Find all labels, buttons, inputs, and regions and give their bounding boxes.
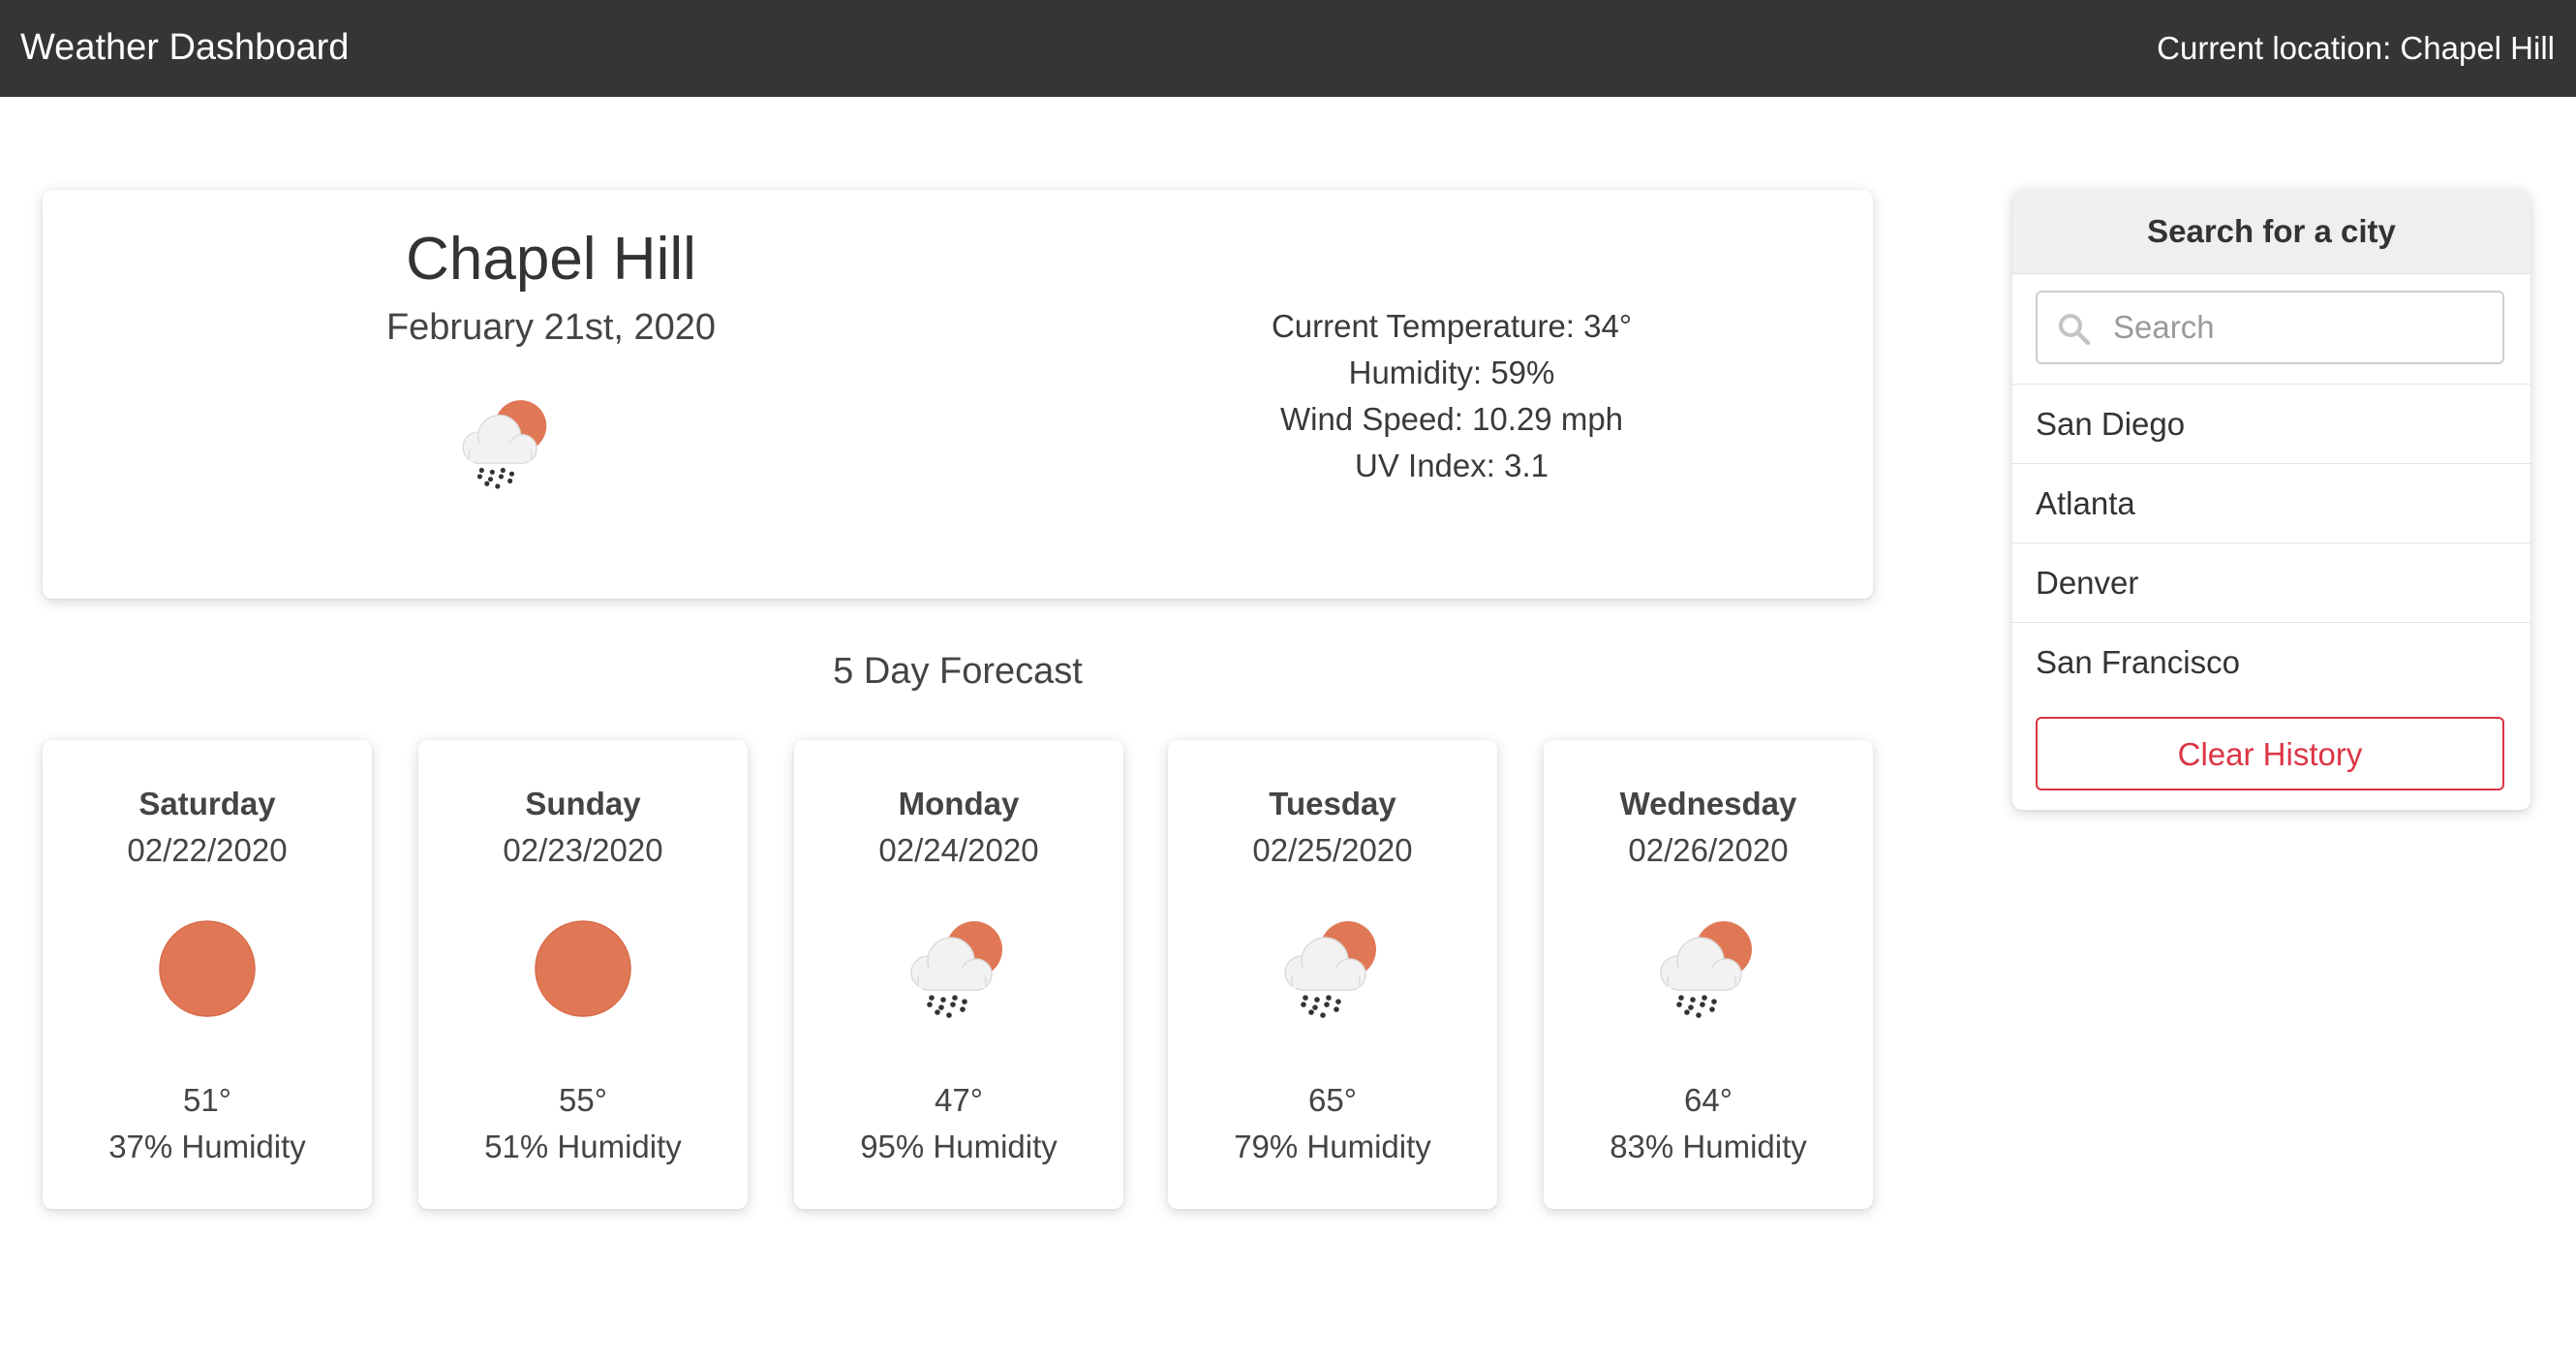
rain-cloud-sun-icon [1650, 914, 1766, 1023]
forecast-date: 02/23/2020 [503, 832, 663, 868]
rain-cloud-sun-icon [453, 393, 560, 494]
top-navbar: Weather Dashboard Current location: Chap… [0, 0, 2576, 97]
search-panel: Search for a city San Diego Atlanta Denv… [2012, 190, 2530, 810]
forecast-date: 02/26/2020 [1628, 832, 1789, 868]
history-item-san-francisco[interactable]: San Francisco [2012, 623, 2530, 701]
forecast-day: Monday [898, 786, 1020, 821]
search-box[interactable] [2036, 291, 2504, 364]
forecast-title: 5 Day Forecast [833, 651, 1083, 692]
forecast-temperature: 55° [559, 1082, 607, 1118]
search-history-list: San Diego Atlanta Denver San Francisco [2012, 384, 2530, 701]
forecast-day: Saturday [138, 786, 276, 821]
rain-cloud-sun-icon [1274, 914, 1391, 1023]
clear-history-button[interactable]: Clear History [2036, 717, 2504, 790]
search-icon [2059, 314, 2091, 346]
forecast-day: Sunday [525, 786, 641, 821]
forecast-date: 02/22/2020 [127, 832, 288, 868]
current-location-text: Current location: Chapel Hill [2157, 30, 2555, 66]
current-date: February 21st, 2020 [385, 307, 717, 348]
rain-cloud-sun-icon [901, 914, 1017, 1023]
forecast-day: Wednesday [1619, 786, 1797, 821]
forecast-temperature: 65° [1308, 1082, 1357, 1118]
forecast-card: Wednesday 02/26/2020 64° 83% Humidity [1544, 740, 1873, 1209]
current-weather-card: Chapel Hill February 21st, 2020 Current … [43, 190, 1873, 599]
history-item-denver[interactable]: Denver [2012, 543, 2530, 623]
forecast-date: 02/25/2020 [1252, 832, 1413, 868]
current-humidity: Humidity: 59% [1348, 355, 1555, 390]
forecast-card: Saturday 02/22/2020 51° 37% Humidity [43, 740, 372, 1209]
forecast-card: Sunday 02/23/2020 55° 51% Humidity [418, 740, 748, 1209]
forecast-humidity: 79% Humidity [1234, 1129, 1431, 1164]
current-stats: Current Temperature: 34° Humidity: 59% W… [1059, 303, 1844, 489]
search-panel-header: Search for a city [2012, 190, 2530, 274]
forecast-temperature: 51° [183, 1082, 231, 1118]
forecast-temperature: 64° [1684, 1082, 1733, 1118]
forecast-date: 02/24/2020 [878, 832, 1039, 868]
city-name: Chapel Hill [406, 226, 696, 293]
history-item-atlanta[interactable]: Atlanta [2012, 464, 2530, 543]
forecast-humidity: 95% Humidity [860, 1129, 1058, 1164]
history-item-san-diego[interactable]: San Diego [2012, 385, 2530, 464]
forecast-temperature: 47° [935, 1082, 983, 1118]
current-temperature: Current Temperature: 34° [1271, 308, 1633, 344]
sun-icon [149, 914, 265, 1023]
forecast-humidity: 51% Humidity [484, 1129, 682, 1164]
forecast-humidity: 83% Humidity [1610, 1129, 1807, 1164]
forecast-card: Tuesday 02/25/2020 65° 79% Humidity [1168, 740, 1497, 1209]
current-wind-speed: Wind Speed: 10.29 mph [1279, 401, 1624, 437]
forecast-day: Tuesday [1269, 786, 1396, 821]
sun-icon [525, 914, 641, 1023]
app-title[interactable]: Weather Dashboard [20, 26, 349, 69]
current-uv-index: UV Index: 3.1 [1355, 448, 1549, 483]
forecast-card: Monday 02/24/2020 47° 95% Humidity [794, 740, 1123, 1209]
forecast-humidity: 37% Humidity [108, 1129, 306, 1164]
search-input[interactable] [2113, 300, 2491, 355]
